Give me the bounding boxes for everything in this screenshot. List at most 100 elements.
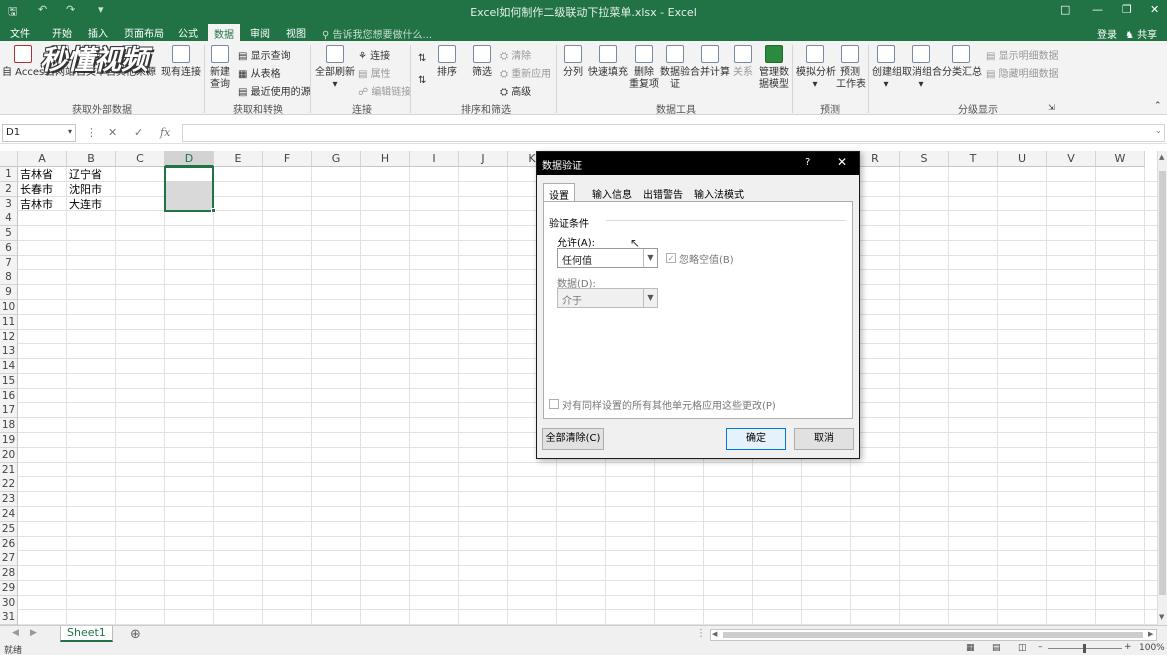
tab-ime-mode[interactable]: 输入法模式 bbox=[689, 183, 749, 201]
row-header-17[interactable]: 17 bbox=[0, 403, 18, 419]
tab-settings[interactable]: 设置 bbox=[543, 183, 575, 202]
column-header-b[interactable]: B bbox=[67, 151, 116, 167]
cell-a1[interactable]: 吉林省 bbox=[18, 167, 67, 182]
row-header-2[interactable]: 2 bbox=[0, 181, 18, 197]
column-header-a[interactable]: A bbox=[18, 151, 67, 167]
relationships-button[interactable]: 关系 bbox=[732, 45, 754, 79]
apply-all-checkbox[interactable] bbox=[549, 399, 559, 409]
sort-button[interactable]: 排序 bbox=[436, 45, 458, 79]
zoom-in-icon[interactable]: + bbox=[1124, 642, 1132, 652]
row-header-3[interactable]: 3 bbox=[0, 196, 18, 212]
zoom-slider-thumb[interactable] bbox=[1083, 644, 1086, 653]
column-header-d[interactable]: D bbox=[165, 151, 214, 167]
row-header-12[interactable]: 12 bbox=[0, 329, 18, 345]
new-query-button[interactable]: 新建 查询 bbox=[206, 45, 234, 91]
clear-filter-button[interactable]: ⛭ 清除 bbox=[500, 47, 531, 62]
tab-file[interactable]: 文件 bbox=[10, 25, 30, 40]
vertical-scrollbar[interactable]: ▲ ▼ bbox=[1157, 151, 1167, 625]
row-header-10[interactable]: 10 bbox=[0, 300, 18, 316]
row-header-23[interactable]: 23 bbox=[0, 492, 18, 508]
share-button[interactable]: ♞ 共享 bbox=[1125, 26, 1157, 41]
cell-b1[interactable]: 辽宁省 bbox=[67, 167, 116, 182]
column-header-c[interactable]: C bbox=[116, 151, 165, 167]
scroll-left-icon[interactable]: ◀ bbox=[712, 630, 717, 638]
flash-fill-button[interactable]: 快速填充 bbox=[588, 45, 628, 79]
column-header-i[interactable]: I bbox=[410, 151, 459, 167]
row-header-20[interactable]: 20 bbox=[0, 447, 18, 463]
expand-formula-icon[interactable]: ⌄ bbox=[1155, 126, 1162, 135]
tab-data[interactable]: 数据 bbox=[208, 24, 240, 41]
hscroll-thumb[interactable] bbox=[723, 632, 1143, 638]
enter-icon[interactable]: ✓ bbox=[134, 126, 143, 139]
column-header-u[interactable]: U bbox=[998, 151, 1047, 167]
remove-duplicates-button[interactable]: 删除 重复项 bbox=[628, 45, 660, 91]
row-header-1[interactable]: 1 bbox=[0, 167, 18, 182]
scroll-down-icon[interactable]: ▼ bbox=[1159, 613, 1164, 621]
dialog-title-bar[interactable]: 数据验证 ? ✕ bbox=[537, 152, 859, 175]
row-header-4[interactable]: 4 bbox=[0, 211, 18, 227]
column-header-v[interactable]: V bbox=[1047, 151, 1096, 167]
restore-icon[interactable]: ❐ bbox=[1122, 3, 1132, 16]
column-header-t[interactable]: T bbox=[949, 151, 998, 167]
tab-input-message[interactable]: 输入信息 bbox=[587, 183, 637, 201]
column-header-f[interactable]: F bbox=[263, 151, 312, 167]
what-if-button[interactable]: 模拟分析 ▾ bbox=[796, 45, 836, 91]
hide-detail-button[interactable]: ▤ 隐藏明细数据 bbox=[986, 65, 1059, 80]
row-header-14[interactable]: 14 bbox=[0, 359, 18, 375]
allow-select[interactable]: 任何值 ▼ bbox=[557, 248, 658, 268]
existing-connections-button[interactable]: 现有连接 bbox=[160, 45, 202, 79]
row-header-28[interactable]: 28 bbox=[0, 566, 18, 582]
text-to-columns-button[interactable]: 分列 bbox=[562, 45, 584, 79]
row-header-31[interactable]: 31 bbox=[0, 610, 18, 625]
column-header-e[interactable]: E bbox=[214, 151, 263, 167]
group-button[interactable]: 创建组 ▾ bbox=[872, 45, 902, 91]
ignore-blank-checkbox[interactable]: ✓ bbox=[666, 253, 676, 263]
active-cell[interactable] bbox=[166, 168, 212, 181]
row-header-27[interactable]: 27 bbox=[0, 551, 18, 567]
from-access-button[interactable]: 自 Access bbox=[2, 45, 49, 79]
tab-view[interactable]: 视图 bbox=[286, 25, 306, 40]
select-all-corner[interactable] bbox=[0, 151, 18, 167]
advanced-filter-button[interactable]: ⛭ 高级 bbox=[500, 83, 531, 98]
page-break-view-icon[interactable]: ◫ bbox=[1018, 643, 1027, 653]
cancel-button[interactable]: 取消 bbox=[794, 428, 854, 450]
row-header-16[interactable]: 16 bbox=[0, 388, 18, 404]
close-icon[interactable]: ✕ bbox=[837, 155, 847, 169]
column-header-s[interactable]: S bbox=[900, 151, 949, 167]
sort-descending-icon[interactable]: ⇅ bbox=[418, 75, 426, 86]
reapply-button[interactable]: ⛭ 重新应用 bbox=[500, 65, 551, 80]
help-icon[interactable]: ? bbox=[805, 157, 810, 168]
row-header-22[interactable]: 22 bbox=[0, 477, 18, 493]
tab-review[interactable]: 审阅 bbox=[250, 25, 270, 40]
edit-links-button[interactable]: ☍ 编辑链接 bbox=[358, 83, 411, 98]
properties-button[interactable]: ▤ 属性 bbox=[358, 65, 391, 80]
login-link[interactable]: 登录 bbox=[1097, 26, 1117, 41]
refresh-all-button[interactable]: 全部刷新 ▾ bbox=[314, 45, 356, 91]
formula-input[interactable] bbox=[182, 124, 1165, 142]
fill-handle[interactable] bbox=[211, 208, 216, 214]
tab-formulas[interactable]: 公式 bbox=[178, 25, 198, 40]
cancel-icon[interactable]: ✕ bbox=[108, 126, 117, 139]
row-header-19[interactable]: 19 bbox=[0, 433, 18, 449]
normal-view-icon[interactable]: ▦ bbox=[966, 643, 975, 653]
dialog-launcher-icon[interactable]: ⇲ bbox=[1048, 103, 1055, 112]
row-header-30[interactable]: 30 bbox=[0, 595, 18, 611]
add-sheet-icon[interactable]: ⊕ bbox=[130, 627, 141, 642]
data-select[interactable]: 介于 ▼ bbox=[557, 288, 658, 308]
show-detail-button[interactable]: ▤ 显示明细数据 bbox=[986, 47, 1059, 62]
forecast-sheet-button[interactable]: 预测 工作表 bbox=[836, 45, 866, 91]
scroll-thumb[interactable] bbox=[1159, 171, 1166, 595]
horizontal-scrollbar[interactable]: ◀ ▶ bbox=[710, 629, 1157, 641]
sheet-tab[interactable]: Sheet1 bbox=[60, 626, 113, 642]
row-header-29[interactable]: 29 bbox=[0, 580, 18, 596]
recent-sources-button[interactable]: ▤ 最近使用的源 bbox=[238, 83, 311, 98]
row-header-21[interactable]: 21 bbox=[0, 462, 18, 478]
subtotal-button[interactable]: 分类汇总 bbox=[942, 45, 982, 79]
minimize-icon[interactable]: — bbox=[1092, 3, 1103, 16]
show-query-button[interactable]: ▤ 显示查询 bbox=[238, 47, 291, 62]
page-layout-view-icon[interactable]: ▤ bbox=[992, 643, 1001, 653]
column-header-w[interactable]: W bbox=[1096, 151, 1145, 167]
cell-a2[interactable]: 长春市 bbox=[18, 182, 67, 197]
sort-ascending-icon[interactable]: ⇅ bbox=[418, 53, 426, 64]
row-header-8[interactable]: 8 bbox=[0, 270, 18, 286]
